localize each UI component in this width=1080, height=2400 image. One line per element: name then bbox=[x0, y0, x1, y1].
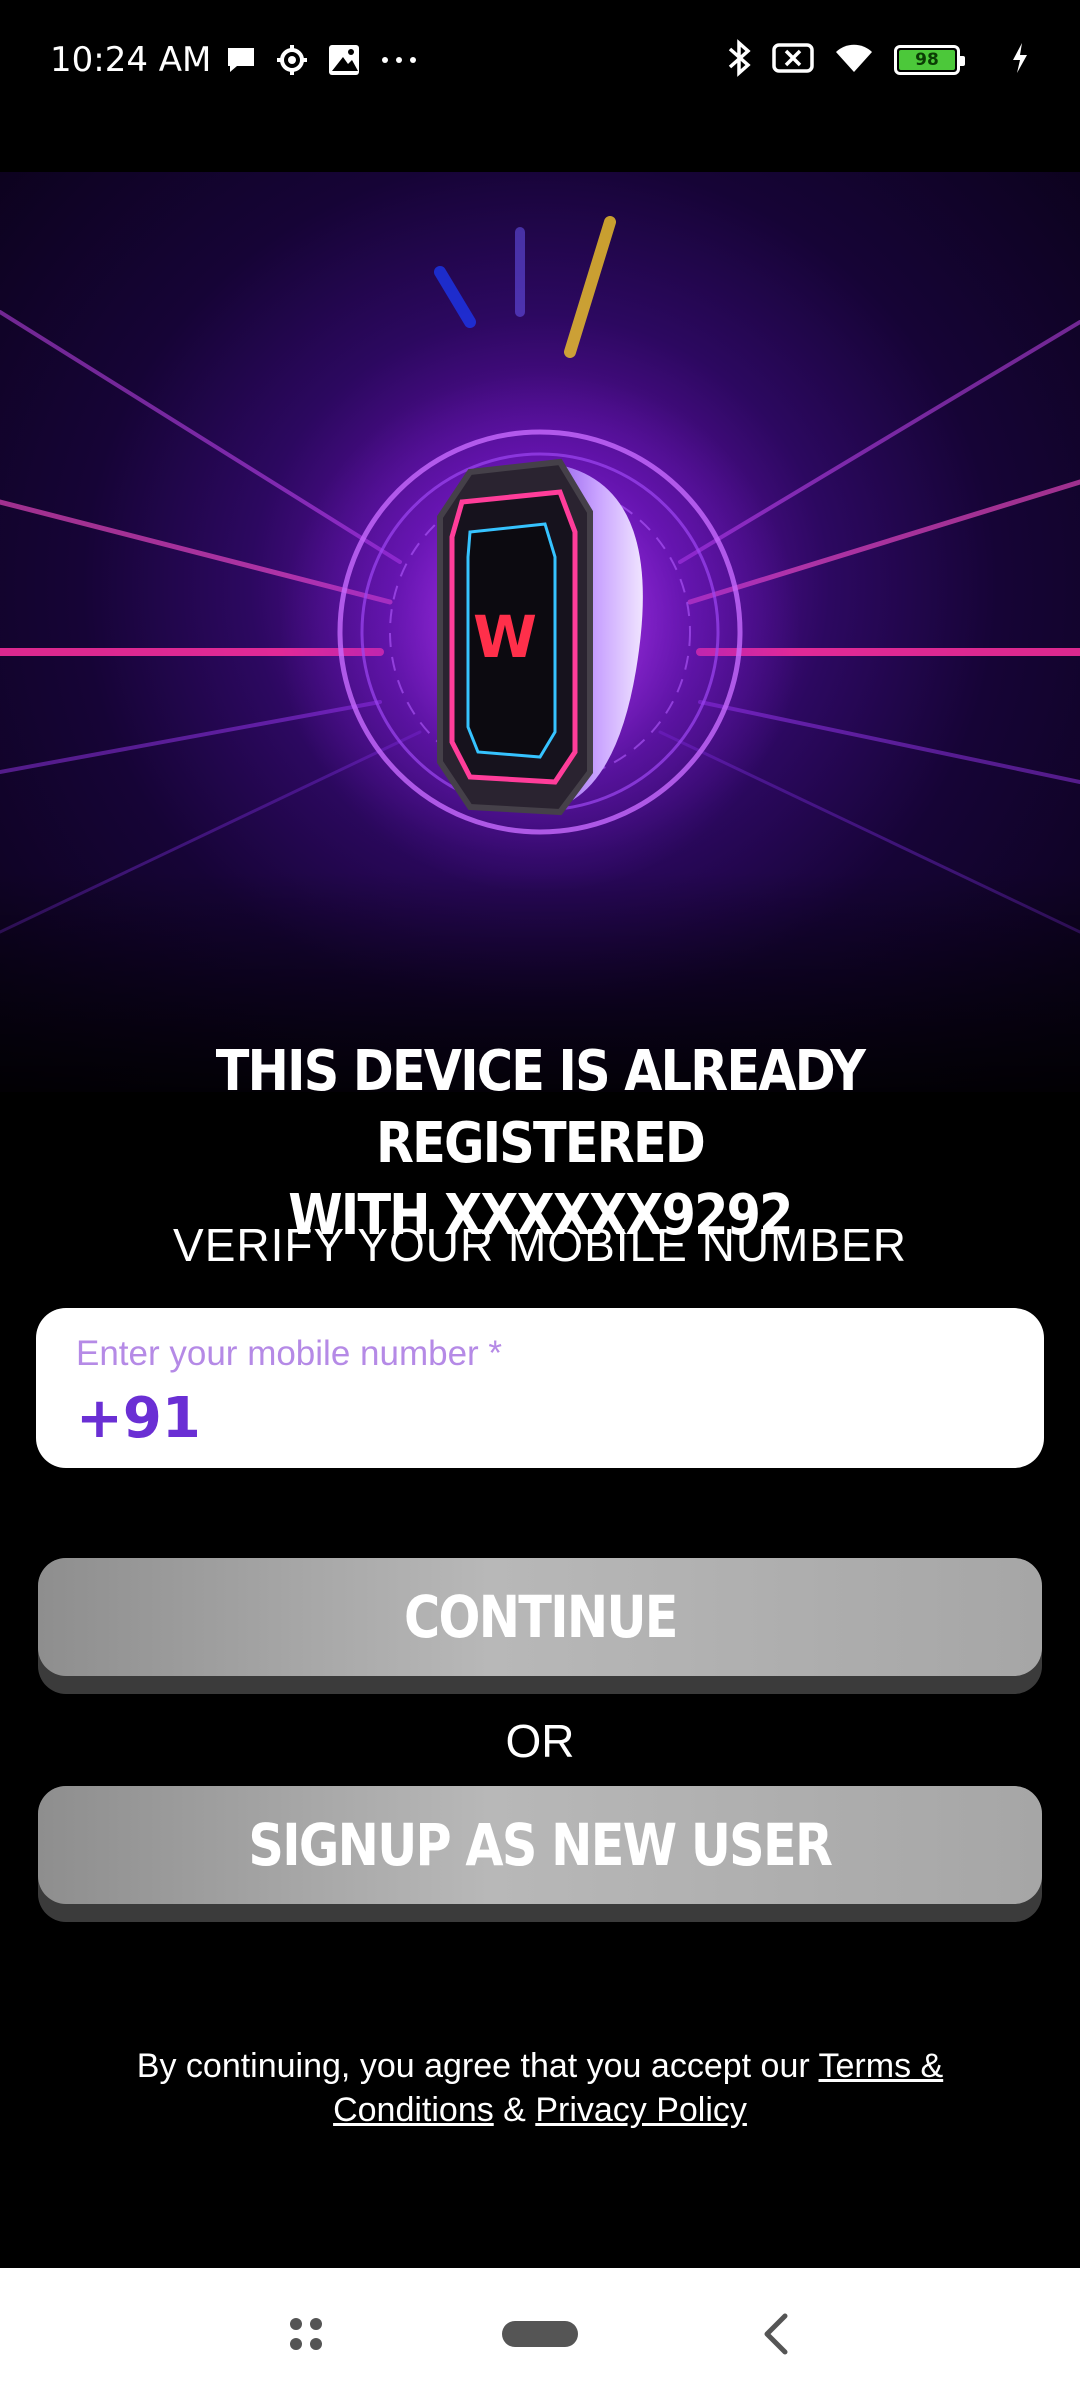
mobile-number-field[interactable]: Enter your mobile number * bbox=[36, 1308, 1044, 1468]
status-time: 10:24 AM bbox=[50, 40, 212, 80]
message-icon bbox=[225, 45, 257, 75]
terms-and: & bbox=[493, 2091, 536, 2129]
no-sim-icon bbox=[772, 42, 814, 79]
or-divider-text: OR bbox=[505, 1715, 575, 1767]
hero-logo-letter: W bbox=[473, 603, 537, 671]
mobile-number-label: Enter your mobile number * bbox=[76, 1334, 503, 1373]
terms-text: By continuing, you agree that you accept… bbox=[60, 2044, 1020, 2132]
continue-button-face: CONTINUE bbox=[38, 1558, 1042, 1676]
recent-apps-icon[interactable] bbox=[270, 2298, 342, 2370]
home-pill-icon[interactable] bbox=[490, 2298, 590, 2370]
signup-button-label: SIGNUP AS NEW USER bbox=[248, 1811, 833, 1879]
continue-button[interactable]: CONTINUE bbox=[38, 1558, 1042, 1694]
verify-number-subheading: VERIFY YOUR MOBILE NUMBER bbox=[173, 1219, 907, 1271]
terms-prefix: By continuing, you agree that you accept… bbox=[136, 2047, 819, 2085]
privacy-link[interactable]: Privacy Policy bbox=[535, 2091, 747, 2129]
back-icon[interactable] bbox=[740, 2298, 812, 2370]
wifi-icon bbox=[834, 42, 874, 79]
navigation-bar bbox=[0, 2268, 1080, 2400]
mobile-number-input[interactable] bbox=[76, 1386, 976, 1451]
signup-button-face: SIGNUP AS NEW USER bbox=[38, 1786, 1042, 1904]
smartwatch-hero-illustration: W bbox=[0, 216, 1080, 1092]
gear-icon bbox=[275, 43, 309, 77]
heading-line-1: THIS DEVICE IS ALREADY REGISTERED bbox=[215, 1039, 866, 1176]
bluetooth-icon bbox=[726, 38, 752, 82]
hero-banner: W bbox=[0, 172, 1080, 1092]
continue-button-label: CONTINUE bbox=[403, 1583, 678, 1651]
more-dots-icon bbox=[379, 55, 419, 65]
charging-icon bbox=[1010, 41, 1030, 80]
battery-icon: 98 bbox=[894, 45, 965, 75]
status-bar: 10:24 AM 98 bbox=[0, 0, 1080, 120]
image-icon bbox=[327, 43, 361, 77]
signup-button[interactable]: SIGNUP AS NEW USER bbox=[38, 1786, 1042, 1922]
battery-level: 98 bbox=[899, 50, 955, 70]
